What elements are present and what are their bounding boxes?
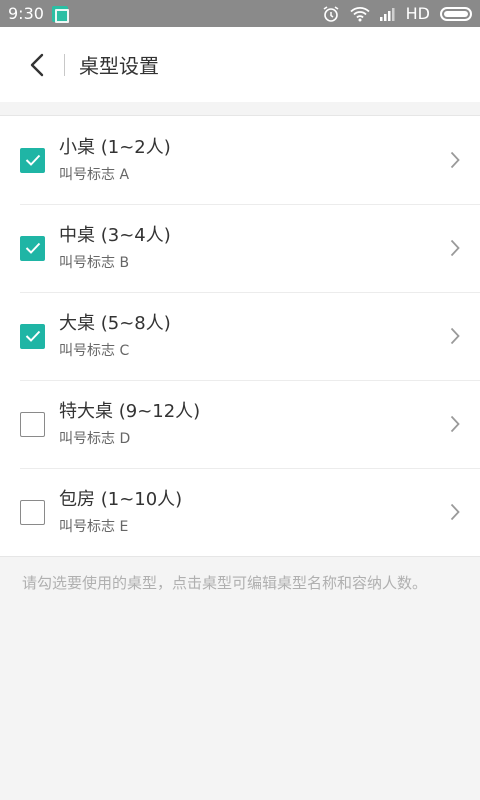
table-type-item[interactable]: 包房 (1~10人) 叫号标志 E xyxy=(0,468,480,556)
status-right: HD xyxy=(322,4,472,23)
table-type-checkbox[interactable] xyxy=(20,147,45,173)
battery-icon xyxy=(440,6,472,21)
table-type-name: 小桌 (1~2人) xyxy=(59,137,171,158)
table-type-checkbox[interactable] xyxy=(20,499,45,525)
wifi-icon xyxy=(350,6,370,22)
table-type-checkbox[interactable] xyxy=(20,411,45,437)
table-type-name: 中桌 (3~4人) xyxy=(59,225,171,246)
table-type-item[interactable]: 中桌 (3~4人) 叫号标志 B xyxy=(0,204,480,292)
table-type-item[interactable]: 特大桌 (9~12人) 叫号标志 D xyxy=(0,380,480,468)
hint-text: 请勾选要使用的桌型，点击桌型可编辑桌型名称和容纳人数。 xyxy=(22,574,428,592)
table-type-name: 包房 (1~10人) xyxy=(59,489,183,510)
chevron-right-icon xyxy=(440,503,470,521)
table-type-call-label: 叫号标志 A xyxy=(59,167,130,183)
status-time: 9:30 xyxy=(8,4,44,23)
status-left: 9:30 xyxy=(8,4,69,23)
table-type-list: 小桌 (1~2人) 叫号标志 A 中桌 (3~4人) 叫号标志 B 大桌 (5~… xyxy=(0,115,480,557)
chevron-right-icon xyxy=(440,151,470,169)
table-type-item[interactable]: 大桌 (5~8人) 叫号标志 C xyxy=(0,292,480,380)
table-type-text: 包房 (1~10人) 叫号标志 E xyxy=(59,488,440,536)
header-divider xyxy=(64,53,65,76)
table-type-call-label: 叫号标志 D xyxy=(59,431,131,447)
table-type-text: 中桌 (3~4人) 叫号标志 B xyxy=(59,224,440,272)
table-type-call-label: 叫号标志 E xyxy=(59,519,129,535)
table-type-call-label: 叫号标志 B xyxy=(59,255,130,271)
page-title: 桌型设置 xyxy=(79,54,159,78)
check-icon xyxy=(25,242,40,254)
chevron-right-icon xyxy=(440,239,470,257)
network-type-label: HD xyxy=(405,4,430,23)
table-type-text: 大桌 (5~8人) 叫号标志 C xyxy=(59,312,440,360)
app-header: 桌型设置 xyxy=(0,27,480,102)
table-type-name: 特大桌 (9~12人) xyxy=(59,401,201,422)
chevron-right-icon xyxy=(440,327,470,345)
check-icon xyxy=(25,330,40,342)
table-type-text: 特大桌 (9~12人) 叫号标志 D xyxy=(59,400,440,448)
app-notification-icon xyxy=(51,5,69,23)
status-bar: 9:30 HD xyxy=(0,0,480,27)
table-type-item[interactable]: 小桌 (1~2人) 叫号标志 A xyxy=(0,116,480,204)
table-type-checkbox[interactable] xyxy=(20,323,45,349)
signal-icon xyxy=(379,7,396,21)
alarm-icon xyxy=(322,5,340,23)
table-type-name: 大桌 (5~8人) xyxy=(59,313,171,334)
table-type-checkbox[interactable] xyxy=(20,235,45,261)
check-icon xyxy=(25,154,40,166)
table-type-call-label: 叫号标志 C xyxy=(59,343,130,359)
chevron-right-icon xyxy=(440,415,470,433)
back-button[interactable] xyxy=(12,27,62,102)
table-type-text: 小桌 (1~2人) 叫号标志 A xyxy=(59,136,440,184)
chevron-left-icon xyxy=(30,53,44,76)
